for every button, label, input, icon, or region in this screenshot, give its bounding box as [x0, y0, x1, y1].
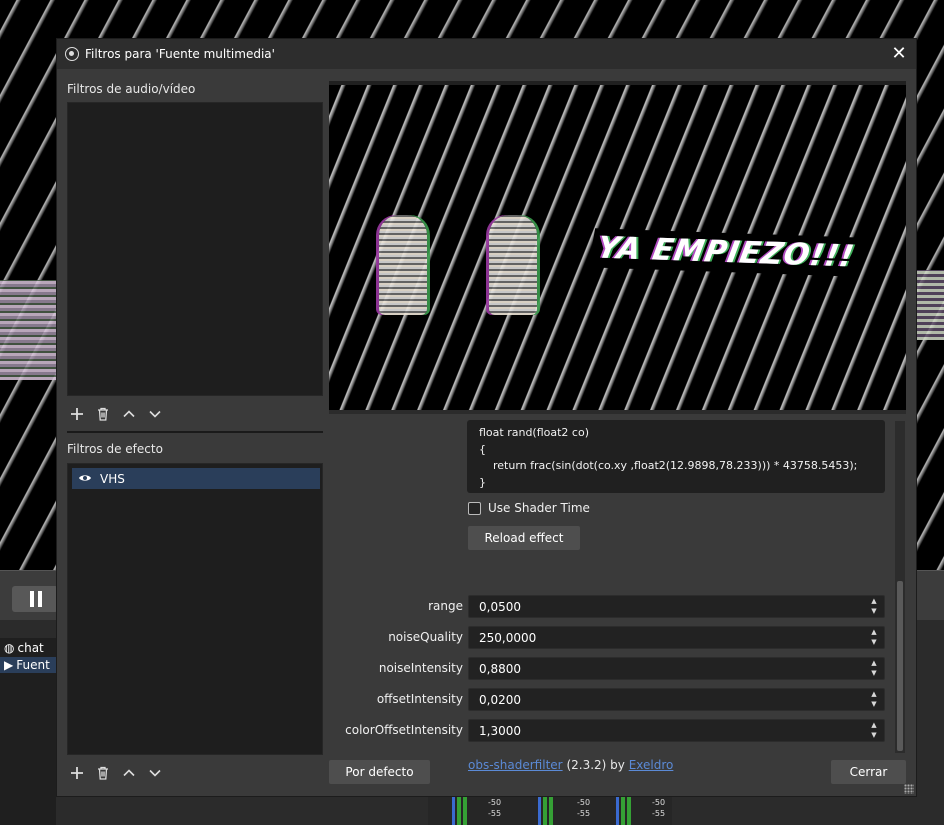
- spinner-arrows-icon[interactable]: ▲ ▼: [870, 691, 878, 708]
- shader-code-editor[interactable]: float rand(float2 co){ return frac(sin(d…: [467, 420, 885, 493]
- browser-icon: ◍: [4, 641, 15, 655]
- source-label: Fuent: [16, 658, 50, 672]
- effect-filters-label: Filtros de efecto: [67, 442, 163, 456]
- spinner-arrows-icon[interactable]: ▲ ▼: [870, 629, 878, 646]
- audio-video-filters-list[interactable]: [67, 102, 323, 396]
- spinner-arrows-icon[interactable]: ▲ ▼: [870, 722, 878, 739]
- close-icon[interactable]: ✕: [888, 43, 910, 65]
- properties-scrollbar[interactable]: [895, 421, 905, 753]
- spinner-arrows-icon[interactable]: ▲ ▼: [870, 598, 878, 615]
- close-button[interactable]: Cerrar: [831, 760, 906, 784]
- effect-toolbar: [67, 763, 165, 783]
- chevron-down-icon[interactable]: [145, 404, 165, 424]
- use-shader-time-checkbox[interactable]: [468, 501, 481, 515]
- background-glitch: [914, 270, 944, 340]
- spinner-arrows-icon[interactable]: ▲ ▼: [870, 660, 878, 677]
- source-item[interactable]: ▶ Fuent: [0, 657, 56, 673]
- chevron-up-icon[interactable]: [119, 763, 139, 783]
- meter-scale: -50 -55: [577, 798, 591, 818]
- dancer-figure: [489, 215, 537, 315]
- divider: [67, 431, 323, 433]
- use-shader-time-label: Use Shader Time: [488, 501, 590, 515]
- param-input-noise-intensity[interactable]: 0,8800 ▲ ▼: [468, 657, 885, 680]
- plugin-version: (2.3.2) by: [566, 758, 625, 772]
- filter-item-vhs[interactable]: VHS: [72, 468, 320, 489]
- audio-video-toolbar: [67, 404, 165, 424]
- obs-logo-icon: [65, 47, 79, 61]
- pause-button[interactable]: [12, 586, 58, 612]
- preview-border: [329, 410, 906, 414]
- use-shader-time-option[interactable]: Use Shader Time: [468, 501, 590, 515]
- filter-label: VHS: [100, 471, 125, 486]
- source-item[interactable]: ◍ chat: [4, 640, 44, 656]
- obs-sources-list: ◍ chat ▶ Fuent: [0, 638, 56, 825]
- background-glitch: [0, 280, 56, 380]
- source-preview: YA EMPIEZO!!!: [329, 85, 906, 410]
- param-input-noise-quality[interactable]: 250,0000 ▲ ▼: [468, 626, 885, 649]
- chevron-up-icon[interactable]: [119, 404, 139, 424]
- audio-video-filters-label: Filtros de audio/vídeo: [67, 82, 196, 96]
- param-label-noise-quality: noiseQuality: [388, 630, 463, 644]
- scrollbar-thumb[interactable]: [897, 581, 903, 751]
- chevron-down-icon[interactable]: [145, 763, 165, 783]
- plugin-link[interactable]: obs-shaderfilter: [468, 758, 563, 772]
- add-icon[interactable]: [67, 404, 87, 424]
- meter-scale: -50 -55: [488, 798, 502, 818]
- defaults-button[interactable]: Por defecto: [329, 760, 430, 784]
- volume-meter: [616, 796, 631, 825]
- param-label-color-offset-intensity: colorOffsetIntensity: [345, 723, 463, 737]
- param-label-range: range: [428, 599, 463, 613]
- plugin-credits: obs-shaderfilter (2.3.2) by Exeldro: [468, 758, 673, 772]
- preview-overlay-text: YA EMPIEZO!!!: [588, 228, 864, 277]
- filter-properties: float rand(float2 co){ return frac(sin(d…: [329, 417, 893, 772]
- param-input-offset-intensity[interactable]: 0,0200 ▲ ▼: [468, 688, 885, 711]
- param-label-offset-intensity: offsetIntensity: [376, 692, 463, 706]
- add-icon[interactable]: [67, 763, 87, 783]
- reload-effect-button[interactable]: Reload effect: [468, 526, 580, 550]
- eye-icon[interactable]: [78, 472, 92, 486]
- author-link[interactable]: Exeldro: [629, 758, 674, 772]
- param-label-noise-intensity: noiseIntensity: [378, 661, 463, 675]
- source-label: chat: [17, 641, 44, 655]
- filters-dialog: Filtros para 'Fuente multimedia' ✕ Filtr…: [56, 38, 917, 797]
- trash-icon[interactable]: [93, 404, 113, 424]
- pause-icon: [30, 591, 42, 607]
- meter-scale: -50 -55: [652, 798, 666, 818]
- trash-icon[interactable]: [93, 763, 113, 783]
- volume-meter: [452, 796, 467, 825]
- effect-filters-list[interactable]: VHS: [67, 463, 323, 755]
- resize-grip-icon[interactable]: [904, 784, 914, 794]
- volume-meter: [538, 796, 553, 825]
- dialog-title: Filtros para 'Fuente multimedia': [85, 47, 275, 61]
- title-bar: Filtros para 'Fuente multimedia' ✕: [57, 39, 916, 69]
- param-input-color-offset-intensity[interactable]: 1,3000 ▲ ▼: [468, 719, 885, 742]
- param-input-range[interactable]: 0,0500 ▲ ▼: [468, 595, 885, 618]
- dancer-figure: [379, 215, 427, 315]
- play-icon: ▶: [4, 658, 14, 672]
